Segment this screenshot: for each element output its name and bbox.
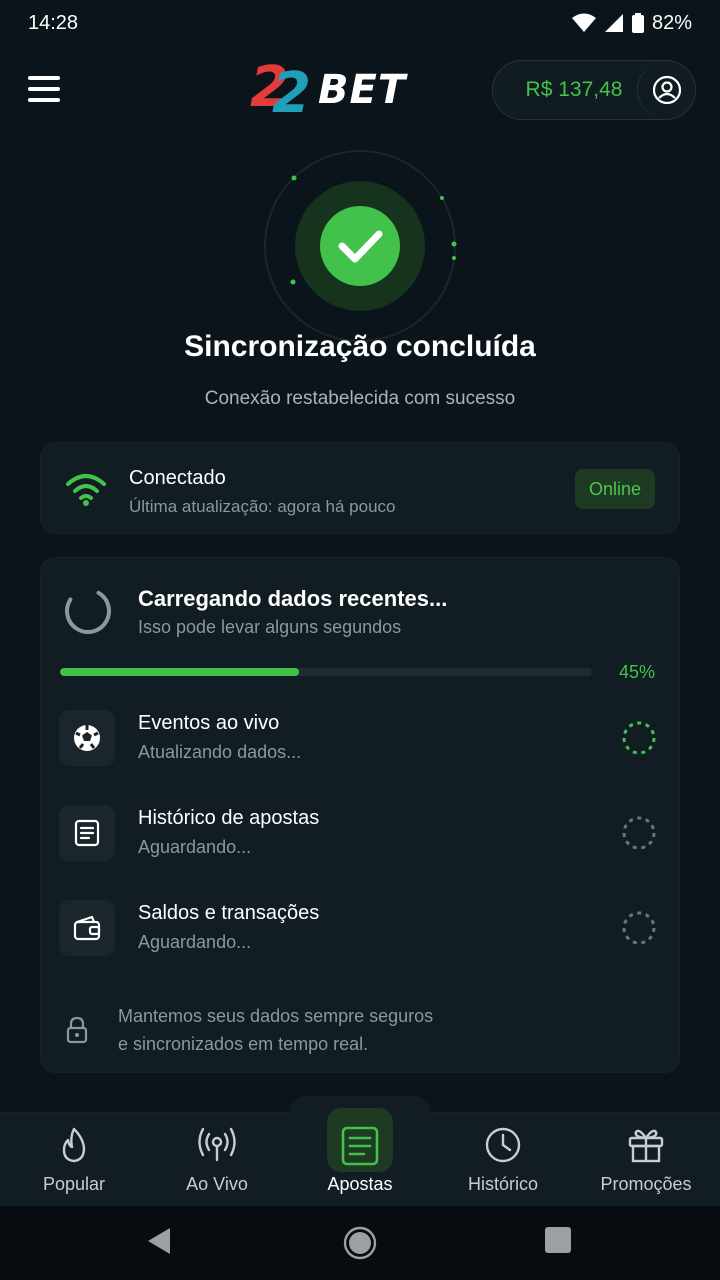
task-pending-ring-icon xyxy=(622,816,656,850)
nav-label: Apostas xyxy=(327,1174,393,1194)
clock-icon xyxy=(485,1127,521,1163)
balance-amount[interactable]: R$ 137,48 xyxy=(493,78,637,102)
app-header: 2 2 BET R$ 137,48 xyxy=(0,58,720,122)
sync-title: Sincronização concluída xyxy=(184,330,536,363)
flame-icon xyxy=(62,1127,86,1163)
loading-card: Carregando dados recentes... Isso pode l… xyxy=(40,557,680,1073)
wifi-signal-icon xyxy=(571,13,596,32)
progress-percentage: 45% xyxy=(618,662,655,682)
security-text-line-2: e sincronizados em tempo real. xyxy=(118,1034,369,1054)
security-text-line-1: Mantemos seus dados sempre seguros xyxy=(118,1006,434,1026)
task-title: Histórico de apostas xyxy=(138,807,320,829)
loading-subtitle: Isso pode levar alguns segundos xyxy=(138,617,402,637)
home-icon[interactable] xyxy=(343,1226,377,1260)
task-icon-container xyxy=(59,710,115,766)
task-icon-container xyxy=(59,900,115,956)
soccer-ball-icon xyxy=(74,725,100,751)
task-icon-container xyxy=(59,805,115,861)
battery-level: 82% xyxy=(651,11,692,34)
status-bar: 14:28 82% xyxy=(0,0,720,46)
nav-label: Ao Vivo xyxy=(186,1174,248,1194)
task-status-text: Atualizando dados... xyxy=(138,742,302,762)
success-check-icon xyxy=(264,150,457,342)
task-bet-history: Histórico de apostas Aguardando... xyxy=(59,805,663,867)
wifi-icon xyxy=(66,474,106,506)
task-live-events: Eventos ao vivo Atualizando dados... xyxy=(59,710,663,772)
loading-title: Carregando dados recentes... xyxy=(138,586,448,611)
lock-icon xyxy=(66,1016,88,1044)
nav-history[interactable]: Histórico xyxy=(431,1112,575,1206)
system-navigation xyxy=(0,1206,720,1280)
cell-signal-icon xyxy=(604,14,623,32)
sync-subtitle: Conexão restabelecida com sucesso xyxy=(204,388,516,409)
screen: 14:28 82% 2 2 BET R$ 137,48 Sincronizaçã… xyxy=(0,0,720,1280)
nav-bets[interactable]: Apostas xyxy=(288,1112,432,1206)
user-icon xyxy=(652,75,681,105)
status-time: 14:28 xyxy=(28,11,79,34)
menu-bar xyxy=(28,76,60,80)
nav-label: Popular xyxy=(42,1174,106,1194)
task-progress-ring-icon xyxy=(622,721,656,755)
menu-bar xyxy=(28,98,60,102)
loading-spinner-icon xyxy=(65,588,111,634)
nav-label: Histórico xyxy=(467,1174,538,1194)
nav-promotions[interactable]: Promoções xyxy=(574,1112,718,1206)
profile-button[interactable] xyxy=(637,61,695,119)
nav-label: Promoções xyxy=(600,1174,692,1194)
logo-digit-blue: 2 xyxy=(272,61,311,126)
task-pending-ring-icon xyxy=(622,911,656,945)
nav-popular[interactable]: Popular xyxy=(2,1112,146,1206)
status-icons: 82% xyxy=(571,11,692,35)
document-icon xyxy=(74,819,100,847)
gift-icon xyxy=(628,1129,664,1163)
task-title: Eventos ao vivo xyxy=(138,712,280,734)
last-update-text: Última atualização: agora há pouco xyxy=(129,497,396,516)
broadcast-icon xyxy=(198,1127,236,1162)
brand-logo[interactable]: 2 2 BET xyxy=(250,58,406,122)
logo-digits: 2 2 xyxy=(250,60,316,126)
betslip-icon xyxy=(341,1126,379,1166)
recents-icon[interactable] xyxy=(544,1226,572,1254)
connection-status: Conectado xyxy=(129,467,226,489)
online-badge: Online xyxy=(574,469,655,509)
nav-live[interactable]: Ao Vivo xyxy=(145,1112,289,1206)
task-status-text: Aguardando... xyxy=(138,837,252,857)
progress-fill xyxy=(60,668,300,676)
logo-text: BET xyxy=(318,67,407,113)
connection-card: Conectado Última atualização: agora há p… xyxy=(40,442,680,534)
balance-pill[interactable]: R$ 137,48 xyxy=(492,60,696,120)
task-title: Saldos e transações xyxy=(138,902,320,924)
task-balances: Saldos e transações Aguardando... xyxy=(59,900,663,962)
progress-bar xyxy=(60,668,592,676)
battery-icon xyxy=(631,13,644,33)
menu-bar xyxy=(28,87,60,91)
task-status-text: Aguardando... xyxy=(138,932,252,952)
security-text: Mantemos seus dados sempre seguros e sin… xyxy=(118,1002,638,1058)
back-icon[interactable] xyxy=(146,1226,172,1256)
wallet-icon xyxy=(73,915,101,941)
menu-button[interactable] xyxy=(28,76,62,104)
